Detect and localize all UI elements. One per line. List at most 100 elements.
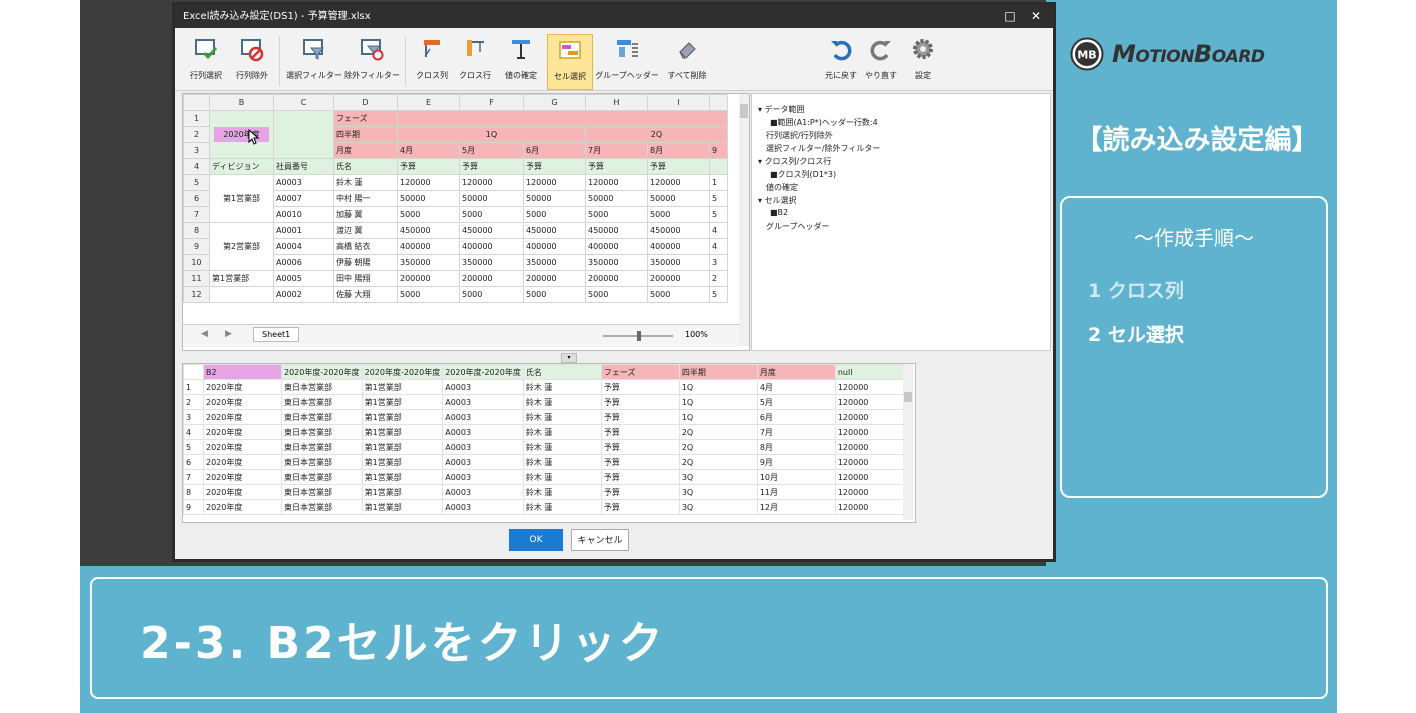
preview-cell[interactable]: 2020年度 <box>203 484 282 500</box>
cell[interactable]: 400000 <box>523 238 586 255</box>
preview-cell[interactable]: 鈴木 蓮 <box>522 379 602 395</box>
cell[interactable]: 450000 <box>647 222 710 239</box>
preview-cell[interactable]: 2020年度 <box>203 409 282 425</box>
preview-cell[interactable]: 予算 <box>600 469 680 485</box>
sheet-tab[interactable]: Sheet1 <box>253 327 300 342</box>
preview-cell[interactable]: 予算 <box>600 379 680 395</box>
preview-cell[interactable]: A0003 <box>442 424 524 440</box>
col-header[interactable]: E <box>397 94 460 111</box>
cell[interactable]: 5000 <box>647 286 710 303</box>
cell[interactable]: 鈴木 蓮 <box>333 174 398 191</box>
row-number[interactable]: 9 <box>183 238 210 255</box>
preview-cell[interactable]: 6月 <box>756 409 836 425</box>
preview-cell[interactable]: A0003 <box>442 379 524 395</box>
cell-d1[interactable]: フェーズ <box>333 110 398 127</box>
cell[interactable]: 120000 <box>585 174 648 191</box>
preview-cell[interactable]: A0003 <box>442 484 524 500</box>
row-number[interactable]: 3 <box>183 142 210 159</box>
cell[interactable]: 400000 <box>459 238 524 255</box>
preview-cell[interactable]: 東日本営業部 <box>281 454 363 470</box>
tree-node[interactable]: ■クロス列(D1*3) <box>770 169 836 180</box>
preview-cell[interactable]: 2020年度 <box>203 454 282 470</box>
cell[interactable]: 予算 <box>397 158 460 175</box>
cell-month[interactable]: 8月 <box>647 142 710 159</box>
preview-cell[interactable]: 東日本営業部 <box>281 484 363 500</box>
exclude-filter-button[interactable]: 除外フィルター <box>341 34 403 90</box>
preview-row[interactable]: 2 2020年度 東日本営業部 第1営業部 A0003 鈴木 蓮予算 1Q 5月 120000 <box>183 394 912 410</box>
preview-cell[interactable]: 120000 <box>834 409 912 425</box>
preview-cell[interactable]: 鈴木 蓮 <box>522 469 602 485</box>
cell[interactable]: 350000 <box>585 254 648 271</box>
preview-cell[interactable]: 東日本営業部 <box>281 394 363 410</box>
preview-row-number[interactable]: 8 <box>183 484 204 500</box>
preview-cell[interactable]: 予算 <box>600 499 680 515</box>
preview-header[interactable]: B2 <box>203 364 282 380</box>
preview-header[interactable]: 四半期 <box>678 364 758 380</box>
cell[interactable]: 450000 <box>523 222 586 239</box>
preview-row-number[interactable]: 6 <box>183 454 204 470</box>
cell-d3[interactable]: 月度 <box>333 142 398 159</box>
preview-cell[interactable]: 120000 <box>834 424 912 440</box>
row-exclude-button[interactable]: 行列除外 <box>225 34 279 90</box>
preview-header[interactable]: 2020年度-2020年度 <box>281 364 363 380</box>
preview-row[interactable]: 1 2020年度 東日本営業部 第1営業部 A0003 鈴木 蓮予算 1Q 4月 120000 <box>183 379 912 395</box>
row-number[interactable]: 5 <box>183 174 210 191</box>
preview-row[interactable]: 9 2020年度 東日本営業部 第1営業部 A0003 鈴木 蓮予算 3Q 12月 120000 <box>183 499 912 515</box>
col-header[interactable]: I <box>647 94 710 111</box>
preview-cell[interactable]: A0003 <box>442 454 524 470</box>
preview-cell[interactable]: 鈴木 蓮 <box>522 394 602 410</box>
cell-month[interactable]: 4月 <box>397 142 460 159</box>
tree-node[interactable]: 値の確定 <box>766 182 798 193</box>
cell[interactable]: 450000 <box>459 222 524 239</box>
tree-node[interactable]: ▾ クロス列/クロス行 <box>758 156 831 167</box>
preview-row-number[interactable]: 5 <box>183 439 204 455</box>
cell[interactable]: A0006 <box>273 254 334 271</box>
cell[interactable]: 予算 <box>647 158 710 175</box>
cell[interactable]: 120000 <box>647 174 710 191</box>
zoom-slider[interactable] <box>603 331 673 341</box>
preview-cell[interactable]: 3Q <box>678 484 758 500</box>
cell-month[interactable]: 6月 <box>523 142 586 159</box>
preview-cell[interactable]: 第1営業部 <box>361 499 444 515</box>
preview-table[interactable]: B2 2020年度-2020年度 2020年度-2020年度 2020年度-20… <box>182 363 916 523</box>
preview-cell[interactable]: A0003 <box>442 499 524 515</box>
cell[interactable]: 5000 <box>523 206 586 223</box>
cell[interactable]: A0005 <box>273 270 334 287</box>
preview-cell[interactable]: 12月 <box>756 499 836 515</box>
group-header-button[interactable]: グループヘッダー <box>595 34 659 90</box>
preview-cell[interactable]: 2020年度 <box>203 469 282 485</box>
cell[interactable]: 5000 <box>459 206 524 223</box>
cell[interactable]: 伊藤 朝陽 <box>333 254 398 271</box>
preview-cell[interactable]: 10月 <box>756 469 836 485</box>
prev-sheet-icon[interactable]: ◀ <box>201 329 208 339</box>
cell[interactable]: ディビジョン <box>209 158 274 175</box>
preview-cell[interactable]: 8月 <box>756 439 836 455</box>
preview-cell[interactable]: 2020年度 <box>203 379 282 395</box>
vertical-scrollbar[interactable] <box>739 94 749 346</box>
row-number[interactable]: 6 <box>183 190 210 207</box>
cell[interactable]: 9 <box>709 142 728 159</box>
cell[interactable]: 50000 <box>459 190 524 207</box>
maximize-icon[interactable]: □ <box>997 5 1023 28</box>
cell[interactable] <box>397 110 728 127</box>
preview-scrollbar[interactable] <box>903 364 913 520</box>
preview-cell[interactable]: 鈴木 蓮 <box>522 484 602 500</box>
preview-cell[interactable]: 第1営業部 <box>361 394 444 410</box>
cell[interactable]: 200000 <box>397 270 460 287</box>
close-icon[interactable]: ✕ <box>1023 5 1049 28</box>
tree-node[interactable]: 選択フィルター/除外フィルター <box>766 143 880 154</box>
cell[interactable]: A0002 <box>273 286 334 303</box>
cell-division[interactable]: 第1営業部 <box>209 270 274 287</box>
preview-cell[interactable]: 120000 <box>834 379 912 395</box>
row-number[interactable]: 1 <box>183 110 210 127</box>
col-header[interactable]: C <box>273 94 334 111</box>
preview-header[interactable]: null <box>834 364 912 380</box>
cell[interactable]: 予算 <box>585 158 648 175</box>
cell[interactable]: 5000 <box>459 286 524 303</box>
col-header[interactable]: G <box>523 94 586 111</box>
cell[interactable]: 5000 <box>585 286 648 303</box>
cell[interactable]: 2 <box>709 270 728 287</box>
preview-cell[interactable]: 11月 <box>756 484 836 500</box>
preview-row-number[interactable]: 1 <box>183 379 204 395</box>
preview-row-number[interactable]: 9 <box>183 499 204 515</box>
